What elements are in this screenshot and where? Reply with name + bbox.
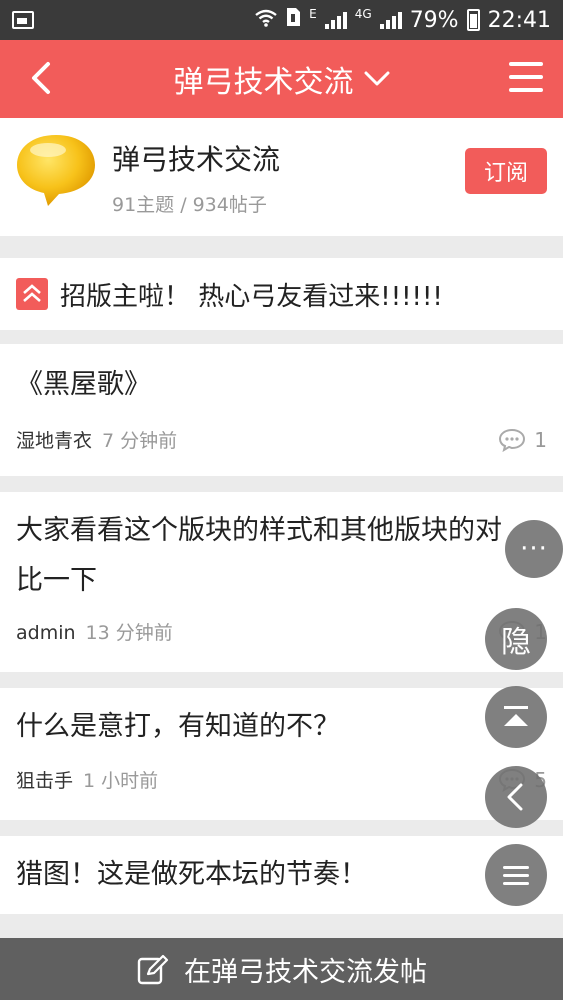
- chevron-left-icon: [32, 62, 50, 94]
- notice-text: 招版主啦！ 热心弓友看过来!!!!!!: [60, 281, 443, 312]
- app-header: 弹弓技术交流: [0, 40, 563, 118]
- signal-icon: [324, 11, 347, 29]
- menu-fab-button[interactable]: [485, 844, 547, 906]
- forum-avatar-chat-bubble-icon: [17, 135, 95, 206]
- gallery-icon: [12, 11, 34, 29]
- status-icons: E 4G 79% 22:41: [255, 7, 551, 33]
- thread-title: 猎图！这是做死本坛的节奏！: [16, 859, 367, 890]
- lte-label: 4G: [354, 7, 372, 21]
- thread-item[interactable]: 什么是意打，有知道的不？ 狙击手1 小时前 5: [0, 688, 563, 820]
- stats-separator: /: [180, 194, 187, 216]
- wifi-icon: [255, 9, 277, 32]
- topic-count: 91主题: [112, 194, 175, 216]
- subscribe-button[interactable]: 订阅: [465, 148, 547, 194]
- reply-count-value: 1: [534, 428, 547, 452]
- battery-icon: [466, 9, 480, 31]
- thread-title: 什么是意打，有知道的不？: [16, 711, 340, 742]
- thread-item[interactable]: 《黑屋歌》 湿地青衣 7 分钟前 1: [0, 344, 563, 476]
- thread-item[interactable]: 猎图！这是做死本坛的节奏！: [0, 836, 563, 914]
- scroll-top-icon: [504, 706, 528, 726]
- scroll-to-top-button[interactable]: [485, 686, 547, 748]
- edge-network-label: E: [309, 7, 317, 21]
- back-button[interactable]: [24, 60, 60, 96]
- thread-author: 狙击手: [16, 770, 74, 792]
- more-label: ···: [520, 534, 548, 564]
- thread-meta: 湿地青衣 7 分钟前: [16, 426, 177, 453]
- edit-pen-icon: [137, 954, 169, 985]
- forum-switcher[interactable]: 弹弓技术交流: [174, 57, 390, 101]
- sim-icon: [285, 7, 301, 33]
- menu-icon: [503, 866, 529, 885]
- comment-icon: [499, 428, 526, 452]
- battery-percent: 79%: [409, 7, 459, 33]
- thread-time: 7 分钟前: [102, 430, 178, 452]
- new-post-label: 在弹弓技术交流发帖: [184, 956, 427, 988]
- thread-time: 13 分钟前: [85, 622, 173, 644]
- signal-icon-2: [379, 11, 402, 29]
- header-title: 弹弓技术交流: [173, 65, 354, 100]
- chevron-down-icon: [364, 71, 389, 86]
- forum-info-card: 弹弓技术交流 91主题/934帖子 订阅: [0, 118, 563, 236]
- back-fab-button[interactable]: [485, 766, 547, 828]
- clock: 22:41: [487, 7, 551, 33]
- thread-author: 湿地青衣: [16, 430, 93, 452]
- forum-name: 弹弓技术交流: [112, 143, 281, 176]
- thread-author: admin: [16, 622, 76, 644]
- menu-button[interactable]: [509, 62, 543, 92]
- thread-meta: admin 13 分钟前: [16, 618, 173, 645]
- chevron-left-icon: [507, 783, 523, 811]
- thread-meta: 狙击手 1 小时前: [16, 766, 158, 793]
- pinned-notice[interactable]: 招版主啦！ 热心弓友看过来!!!!!!: [0, 258, 563, 330]
- post-count: 934帖子: [192, 194, 267, 216]
- hide-label: 隐: [501, 625, 531, 660]
- more-button[interactable]: ···: [505, 520, 563, 578]
- forum-stats: 91主题/934帖子: [112, 190, 267, 217]
- thread-title: 大家看看这个版块的样式和其他版块的对比一下: [16, 515, 502, 596]
- thread-item[interactable]: 大家看看这个版块的样式和其他版块的对比一下 admin13 分钟前 1: [0, 492, 563, 672]
- thread-time: 1 小时前: [83, 770, 159, 792]
- reply-count: 1: [498, 428, 547, 452]
- status-bar: E 4G 79% 22:41: [0, 0, 563, 40]
- new-post-bar[interactable]: 在弹弓技术交流发帖: [0, 938, 563, 1000]
- pinned-top-icon: [16, 278, 48, 310]
- thread-title: 《黑屋歌》: [16, 369, 151, 400]
- hide-button[interactable]: 隐: [485, 608, 547, 670]
